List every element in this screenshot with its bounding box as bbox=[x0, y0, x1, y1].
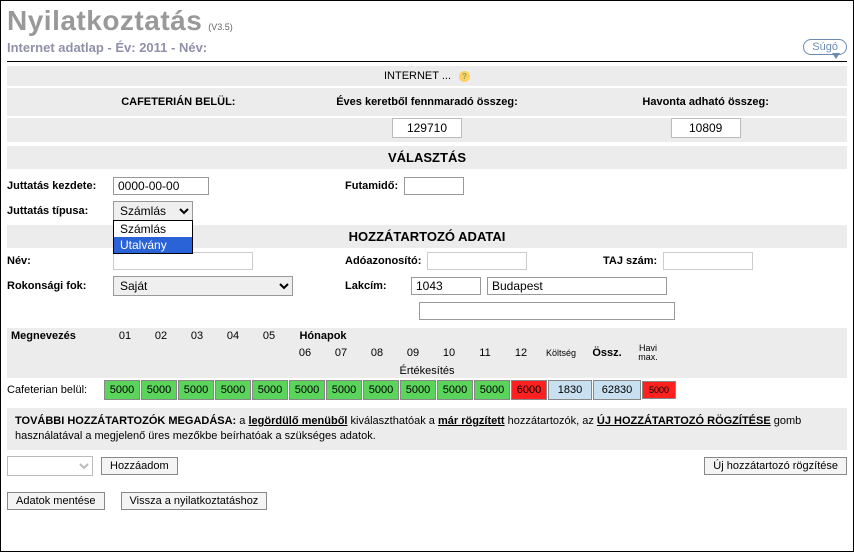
runtime-label: Futamidő: bbox=[345, 180, 398, 192]
type-option-utalvany[interactable]: Utalvány bbox=[114, 237, 192, 253]
row-label: Cafeterian belül: bbox=[7, 384, 103, 396]
months-header2: 06 07 08 09 10 11 12 Költség Össz. Havi … bbox=[7, 344, 847, 364]
col-havi: Havi max. bbox=[631, 344, 665, 362]
start-label: Juttatás kezdete: bbox=[7, 180, 107, 192]
type-option-szamlas[interactable]: Számlás bbox=[114, 221, 192, 237]
cell-havi: 5000 bbox=[642, 381, 676, 399]
name-value bbox=[113, 252, 253, 270]
note-band: TOVÁBBI HOZZÁTARTOZÓK MEGADÁSA: a legörd… bbox=[7, 408, 847, 450]
month-01: 01 bbox=[107, 330, 143, 342]
taxid-label: Adóazonosító: bbox=[345, 255, 421, 267]
subtitle: Internet adatlap - Év: 2011 - Név: bbox=[7, 40, 207, 55]
monthly-value: 10809 bbox=[671, 118, 741, 138]
runtime-input[interactable] bbox=[404, 177, 464, 195]
month-02: 02 bbox=[143, 330, 179, 342]
cell-sum: 62830 bbox=[593, 380, 641, 400]
monthly-label: Havonta adható összeg: bbox=[570, 92, 841, 112]
month-05: 05 bbox=[251, 330, 287, 342]
divider bbox=[7, 61, 847, 62]
cell-09[interactable]: 5000 bbox=[400, 380, 436, 400]
month-03: 03 bbox=[179, 330, 215, 342]
kinship-label: Rokonsági fok: bbox=[7, 280, 107, 292]
note-lead: TOVÁBBI HOZZÁTARTOZÓK MEGADÁSA: bbox=[15, 415, 236, 427]
col-megnevezes: Megnevezés bbox=[11, 330, 107, 342]
cell-11[interactable]: 5000 bbox=[474, 380, 510, 400]
type-select[interactable]: Számlás bbox=[113, 201, 193, 221]
month-06: 06 bbox=[287, 347, 323, 359]
internet-label: INTERNET ... bbox=[384, 70, 451, 82]
months-header: Megnevezés 01 02 03 04 05 Hónapok bbox=[7, 328, 847, 344]
section-select: VÁLASZTÁS bbox=[7, 146, 847, 169]
remaining-value: 129710 bbox=[392, 118, 462, 138]
new-relative-button[interactable]: Új hozzátartozó rögzítése bbox=[704, 457, 847, 475]
type-dropdown: Számlás Utalvány bbox=[113, 220, 193, 254]
cell-07[interactable]: 5000 bbox=[326, 380, 362, 400]
amount-values: 129710 10809 bbox=[7, 118, 847, 142]
cell-04[interactable]: 5000 bbox=[215, 380, 251, 400]
help-label: Súgó bbox=[812, 41, 838, 53]
month-07: 07 bbox=[323, 347, 359, 359]
cell-03[interactable]: 5000 bbox=[178, 380, 214, 400]
month-09: 09 bbox=[395, 347, 431, 359]
version-label: (V3.5) bbox=[208, 22, 233, 32]
speech-tail-icon bbox=[832, 53, 840, 59]
cell-08[interactable]: 5000 bbox=[363, 380, 399, 400]
months-title: Hónapok bbox=[287, 330, 359, 342]
internet-row: INTERNET ... ? bbox=[7, 66, 847, 86]
taj-value bbox=[663, 252, 753, 270]
cell-cost: 1830 bbox=[548, 380, 592, 400]
type-label: Juttatás típusa: bbox=[7, 205, 107, 217]
taxid-value bbox=[427, 252, 527, 270]
relative-select[interactable] bbox=[7, 456, 93, 476]
add-button[interactable]: Hozzáadom bbox=[101, 457, 178, 475]
back-button[interactable]: Vissza a nyilatkoztatáshoz bbox=[121, 492, 268, 510]
cell-12[interactable]: 6000 bbox=[511, 380, 547, 400]
taj-label: TAJ szám: bbox=[603, 255, 657, 267]
address-street-input[interactable] bbox=[419, 302, 675, 320]
address-label: Lakcím: bbox=[345, 280, 405, 292]
cafeteria-inside-label: CAFETERIÁN BELÜL: bbox=[13, 92, 284, 112]
question-icon[interactable]: ? bbox=[459, 71, 470, 82]
month-12: 12 bbox=[503, 347, 539, 359]
cell-10[interactable]: 5000 bbox=[437, 380, 473, 400]
address-city-input[interactable] bbox=[487, 277, 667, 295]
month-10: 10 bbox=[431, 347, 467, 359]
val-label-row: Értékesítés bbox=[7, 364, 847, 378]
cell-06[interactable]: 5000 bbox=[289, 380, 325, 400]
data-row: Cafeterian belül: 5000 5000 5000 5000 50… bbox=[7, 380, 847, 400]
cell-01[interactable]: 5000 bbox=[104, 380, 140, 400]
help-button[interactable]: Súgó bbox=[803, 39, 847, 55]
col-cost: Költség bbox=[539, 348, 583, 358]
address-zip-input[interactable] bbox=[411, 277, 481, 295]
name-label: Név: bbox=[7, 255, 107, 267]
col-sum: Össz. bbox=[583, 347, 631, 359]
month-08: 08 bbox=[359, 347, 395, 359]
start-input[interactable] bbox=[113, 177, 209, 195]
ertekesites-label: Értékesítés bbox=[399, 365, 454, 377]
month-11: 11 bbox=[467, 347, 503, 359]
save-button[interactable]: Adatok mentése bbox=[7, 492, 105, 510]
cell-02[interactable]: 5000 bbox=[141, 380, 177, 400]
remaining-label: Éves keretből fennmaradó összeg: bbox=[292, 92, 563, 112]
kinship-select[interactable]: Saját bbox=[113, 276, 293, 296]
month-04: 04 bbox=[215, 330, 251, 342]
cell-05[interactable]: 5000 bbox=[252, 380, 288, 400]
page-title: Nyilatkoztatás bbox=[7, 5, 202, 37]
amount-headers: CAFETERIÁN BELÜL: Éves keretből fennmara… bbox=[7, 88, 847, 116]
